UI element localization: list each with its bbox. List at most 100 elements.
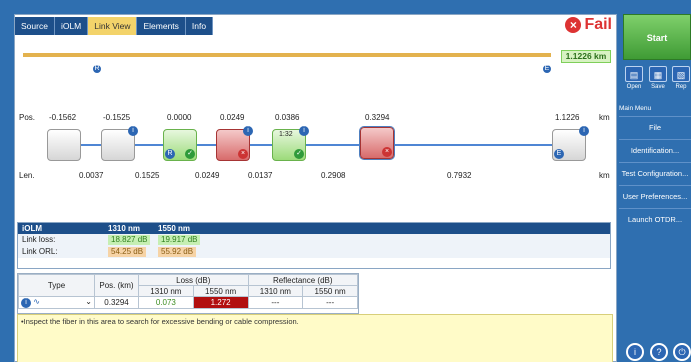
- check-icon: ✓: [185, 149, 195, 159]
- position-value: 1.1226: [555, 113, 580, 122]
- refl-1310-cell: ---: [247, 296, 304, 309]
- tab-link-view[interactable]: Link View: [88, 17, 138, 35]
- summary-row-link-orl: Link ORL: 54.25 dB 55.92 dB: [18, 246, 610, 258]
- col-pos: Pos. (km): [94, 274, 139, 297]
- position-value: -0.1525: [103, 113, 131, 122]
- open-label: Open: [626, 84, 642, 90]
- length-value: 0.0037: [79, 171, 104, 180]
- menu-item-launch-otdr[interactable]: Launch OTDR...: [619, 208, 691, 230]
- start-marker-icon[interactable]: R: [92, 64, 102, 74]
- type-cell[interactable]: i ∿ ⌄: [18, 296, 95, 309]
- reference-icon: R: [165, 149, 175, 159]
- report-icon: ▧: [672, 66, 690, 82]
- loss-1550-cell: 1.272: [192, 296, 249, 309]
- summary-header-1310: 1310 nm: [108, 224, 141, 233]
- info-icon: i: [128, 126, 138, 136]
- error-icon: ×: [382, 147, 392, 157]
- position-value: 0.0386: [275, 113, 300, 122]
- summary-value: 19.917 dB: [158, 235, 201, 245]
- col-loss: Loss (dB): [138, 274, 249, 286]
- check-icon: ✓: [294, 149, 304, 159]
- tab-elements[interactable]: Elements: [137, 17, 186, 35]
- menu-item-user-preferences[interactable]: User Preferences...: [619, 185, 691, 207]
- diagnostic-note: •Inspect the fiber in this area to searc…: [17, 314, 613, 362]
- summary-row-link-loss: Link loss: 18.827 dB 19.917 dB: [18, 234, 610, 246]
- info-icon: i: [299, 126, 309, 136]
- length-value: 0.7932: [447, 171, 472, 180]
- position-value: 0.3294: [365, 113, 390, 122]
- position-value: 0.0000: [167, 113, 192, 122]
- launch-connector-element[interactable]: [47, 129, 81, 161]
- report-tool[interactable]: ▧ Rep: [670, 66, 691, 96]
- folder-icon: ▤: [625, 66, 643, 82]
- fiber-distance-label: 1.1226 km: [561, 50, 611, 63]
- save-tool[interactable]: ▦ Save: [647, 66, 669, 96]
- tab-info[interactable]: Info: [185, 17, 214, 35]
- position-value: -0.1562: [49, 113, 77, 122]
- tab-source[interactable]: Source: [15, 17, 55, 35]
- info-icon: i: [21, 298, 31, 308]
- end-marker-icon[interactable]: E: [542, 64, 552, 74]
- pos-cell: 0.3294: [94, 296, 139, 309]
- main-menu-title: Main Menu: [619, 105, 652, 112]
- loss-1310-cell: 0.073: [138, 296, 194, 309]
- menu-item-identification[interactable]: Identification...: [619, 139, 691, 161]
- element-table: Type Pos. (km) Loss (dB) Reflectance (dB…: [17, 273, 359, 314]
- length-value: 0.0249: [195, 171, 220, 180]
- status-text: Fail: [584, 16, 612, 33]
- refl-1550-cell: ---: [302, 296, 358, 309]
- summary-value: 54.25 dB: [108, 247, 147, 257]
- report-label: Rep: [675, 84, 687, 90]
- summary-label: Link ORL:: [22, 247, 58, 256]
- position-unit: km: [599, 113, 610, 122]
- splitter-element-pass[interactable]: 1:32 i ✓: [272, 126, 309, 161]
- macrobend-icon: ∿: [33, 297, 40, 306]
- summary-header-1550: 1550 nm: [158, 224, 191, 233]
- tab-iolm[interactable]: iOLM: [54, 17, 89, 35]
- summary-value: 18.827 dB: [108, 235, 151, 245]
- info-icon[interactable]: i: [626, 343, 644, 361]
- length-value: 0.1525: [135, 171, 160, 180]
- col-refl-1550: 1550 nm: [302, 285, 358, 297]
- length-value: 0.0137: [248, 171, 273, 180]
- position-row-label: Pos.: [19, 113, 36, 122]
- summary-label: Link loss:: [22, 235, 56, 244]
- length-unit: km: [599, 171, 610, 180]
- main-panel: Source iOLM Link View Elements Info × Fa…: [14, 14, 617, 362]
- save-icon: ▦: [649, 66, 667, 82]
- open-tool[interactable]: ▤ Open: [623, 66, 645, 96]
- col-refl-1310: 1310 nm: [247, 285, 304, 297]
- start-button[interactable]: Start: [623, 14, 691, 60]
- info-icon: i: [579, 126, 589, 136]
- info-icon: i: [243, 126, 253, 136]
- length-row-label: Len.: [19, 171, 35, 180]
- col-reflectance: Reflectance (dB): [247, 274, 358, 286]
- summary-header-label: iOLM: [22, 224, 42, 233]
- summary-value: 55.92 dB: [158, 247, 197, 257]
- status-fail: × Fail: [565, 16, 612, 34]
- link-summary: iOLM 1310 nm 1550 nm Link loss: 18.827 d…: [17, 222, 611, 269]
- col-type: Type: [18, 274, 95, 297]
- table-row[interactable]: i ∿ ⌄ 0.3294 0.073 1.272 --- ---: [18, 296, 358, 309]
- connector-element[interactable]: i: [101, 126, 138, 161]
- macrobend-element-selected[interactable]: ×: [359, 126, 395, 160]
- connector-element-fail[interactable]: i ×: [216, 126, 253, 161]
- connector-element-pass[interactable]: R ✓: [163, 129, 197, 161]
- end-marker-icon: E: [554, 149, 564, 159]
- power-icon[interactable]: ⏻: [673, 343, 691, 361]
- save-label: Save: [651, 84, 665, 90]
- error-icon: ×: [238, 149, 248, 159]
- length-value: 0.2908: [321, 171, 346, 180]
- col-loss-1550: 1550 nm: [192, 285, 249, 297]
- chevron-down-icon[interactable]: ⌄: [85, 297, 92, 306]
- fiber-overview-bar: [23, 53, 551, 57]
- tab-bar: Source iOLM Link View Elements Info: [15, 17, 214, 35]
- end-connector-element[interactable]: i E: [552, 126, 589, 161]
- fail-icon: ×: [565, 17, 582, 33]
- menu-item-file[interactable]: File: [619, 116, 691, 138]
- help-icon[interactable]: ?: [650, 343, 668, 361]
- summary-header: iOLM 1310 nm 1550 nm: [18, 223, 610, 234]
- menu-item-test-configuration[interactable]: Test Configuration...: [619, 162, 691, 184]
- position-value: 0.0249: [220, 113, 245, 122]
- col-loss-1310: 1310 nm: [138, 285, 194, 297]
